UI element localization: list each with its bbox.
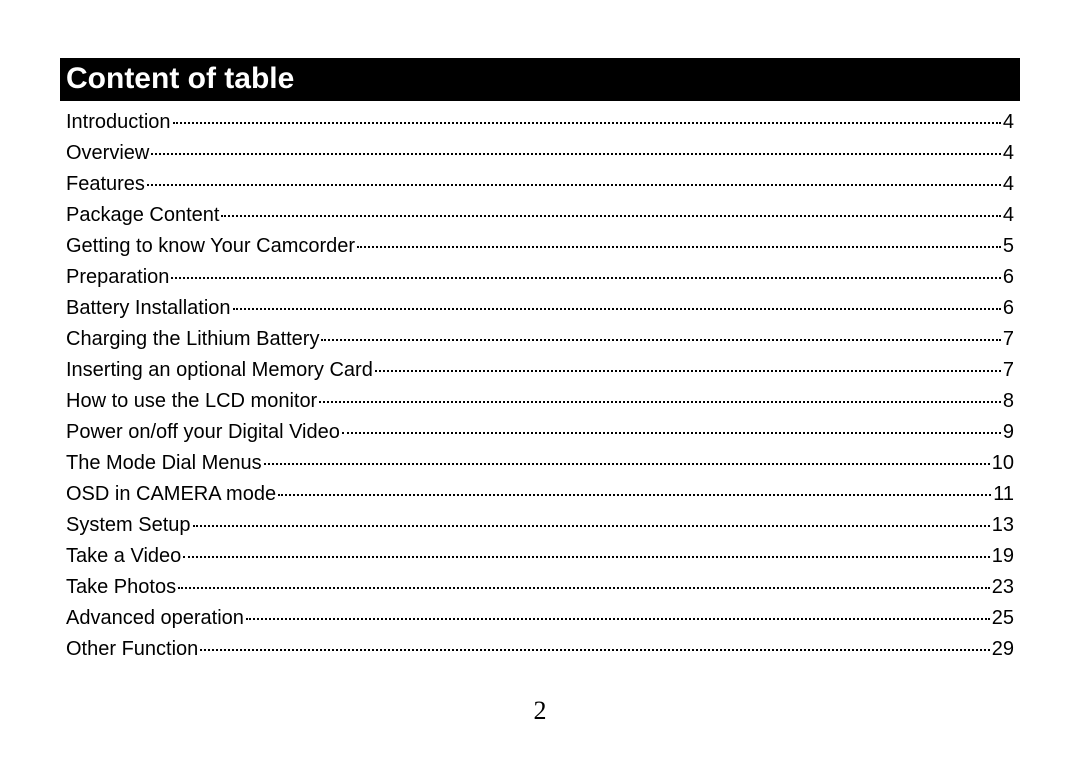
toc-entry-page: 7 <box>1003 355 1014 386</box>
toc-entry-page: 25 <box>992 603 1014 634</box>
section-title: Content of table <box>66 62 294 95</box>
toc-entry-title: Advanced operation <box>66 603 244 634</box>
toc-entry: Other Function 29 <box>66 634 1014 665</box>
toc-leader <box>221 197 1000 217</box>
toc-leader <box>173 104 1001 124</box>
toc-entry-page: 10 <box>992 448 1014 479</box>
toc-entry-title: Other Function <box>66 634 198 665</box>
toc-entry-page: 9 <box>1003 417 1014 448</box>
toc-leader <box>321 321 1000 341</box>
toc-entry-page: 4 <box>1003 138 1014 169</box>
toc-entry: Battery Installation 6 <box>66 293 1014 324</box>
toc-entry-page: 6 <box>1003 293 1014 324</box>
toc-entry-title: Features <box>66 169 145 200</box>
toc-leader <box>233 290 1001 310</box>
toc-entry-title: Charging the Lithium Battery <box>66 324 319 355</box>
toc-entry-title: Take a Video <box>66 541 181 572</box>
toc-entry-page: 6 <box>1003 262 1014 293</box>
toc-leader <box>319 383 1001 403</box>
toc-leader <box>147 166 1001 186</box>
toc-leader <box>342 414 1001 434</box>
toc-entry-page: 8 <box>1003 386 1014 417</box>
toc-entry: Getting to know Your Camcorder 5 <box>66 231 1014 262</box>
toc-leader <box>375 352 1001 372</box>
toc-entry: System Setup 13 <box>66 510 1014 541</box>
toc-entry: The Mode Dial Menus 10 <box>66 448 1014 479</box>
table-of-contents: Introduction4Overview4Features4Package C… <box>60 107 1020 665</box>
toc-entry-title: Power on/off your Digital Video <box>66 417 340 448</box>
document-page: Content of table Introduction4Overview4F… <box>0 0 1080 766</box>
toc-leader <box>178 569 990 589</box>
toc-entry-title: Preparation <box>66 262 169 293</box>
toc-entry: Preparation 6 <box>66 262 1014 293</box>
toc-entry: Advanced operation 25 <box>66 603 1014 634</box>
toc-entry-title: The Mode Dial Menus <box>66 448 262 479</box>
toc-entry-page: 4 <box>1003 169 1014 200</box>
page-number: 2 <box>0 696 1080 726</box>
toc-entry: OSD in CAMERA mode 11 <box>66 479 1014 510</box>
toc-entry: Power on/off your Digital Video 9 <box>66 417 1014 448</box>
toc-leader <box>183 538 989 558</box>
toc-entry-page: 7 <box>1003 324 1014 355</box>
toc-leader <box>246 600 990 620</box>
toc-entry-page: 29 <box>992 634 1014 665</box>
toc-entry-title: Overview <box>66 138 149 169</box>
toc-entry-page: 4 <box>1003 107 1014 138</box>
toc-entry-title: Package Content <box>66 200 219 231</box>
toc-entry-title: OSD in CAMERA mode <box>66 479 276 510</box>
toc-entry-page: 11 <box>993 479 1014 510</box>
toc-entry-page: 23 <box>992 572 1014 603</box>
toc-entry: Charging the Lithium Battery 7 <box>66 324 1014 355</box>
toc-entry: Package Content 4 <box>66 200 1014 231</box>
toc-entry-page: 4 <box>1003 200 1014 231</box>
toc-entry: Take Photos 23 <box>66 572 1014 603</box>
toc-entry: How to use the LCD monitor 8 <box>66 386 1014 417</box>
toc-entry: Inserting an optional Memory Card 7 <box>66 355 1014 386</box>
toc-entry: Features 4 <box>66 169 1014 200</box>
toc-entry: Overview 4 <box>66 138 1014 169</box>
toc-leader <box>357 228 1001 248</box>
toc-entry: Take a Video 19 <box>66 541 1014 572</box>
toc-leader <box>193 507 990 527</box>
toc-entry-page: 5 <box>1003 231 1014 262</box>
toc-leader <box>278 476 991 496</box>
toc-entry-title: How to use the LCD monitor <box>66 386 317 417</box>
toc-entry-page: 19 <box>992 541 1014 572</box>
section-header: Content of table <box>60 58 1020 101</box>
toc-entry-title: Take Photos <box>66 572 176 603</box>
toc-entry-title: Getting to know Your Camcorder <box>66 231 355 262</box>
toc-leader <box>151 135 1001 155</box>
toc-leader <box>171 259 1000 279</box>
toc-entry-title: Battery Installation <box>66 293 231 324</box>
toc-entry-title: Inserting an optional Memory Card <box>66 355 373 386</box>
toc-leader <box>200 631 989 651</box>
toc-entry-title: System Setup <box>66 510 191 541</box>
toc-entry-page: 13 <box>992 510 1014 541</box>
toc-leader <box>264 445 990 465</box>
toc-entry: Introduction 4 <box>66 107 1014 138</box>
toc-entry-title: Introduction <box>66 107 171 138</box>
